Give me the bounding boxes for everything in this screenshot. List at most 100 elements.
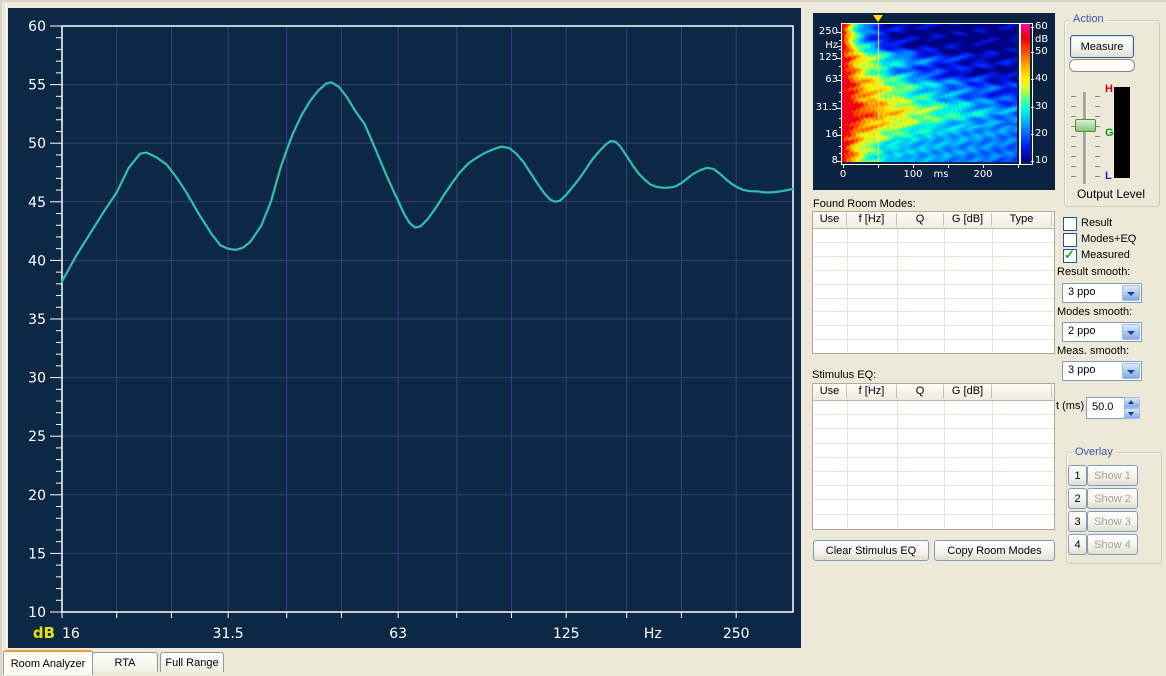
output-level-slider[interactable] xyxy=(1083,92,1087,184)
y-tick-label: 25 xyxy=(28,429,46,445)
chevron-down-icon[interactable] xyxy=(1122,324,1140,340)
overlay-show-button-2[interactable]: Show 2 xyxy=(1087,488,1138,509)
x-tick-label: 250 xyxy=(723,626,750,642)
result-smooth-value: 3 ppo xyxy=(1068,286,1096,298)
output-level-slider-thumb[interactable] xyxy=(1075,119,1096,132)
spectrogram-plotbox xyxy=(841,23,1020,165)
tab-room-analyzer[interactable]: Room Analyzer xyxy=(3,650,93,675)
table-header-cell: G [dB] xyxy=(944,213,992,226)
measure-button[interactable]: Measure xyxy=(1070,35,1134,58)
t-ms-spinner[interactable]: 50.0 xyxy=(1086,397,1125,419)
modes-eq-checkbox[interactable] xyxy=(1063,233,1077,247)
x-tick-label: 63 xyxy=(389,626,407,642)
frequency-response-chart: 60555045403530252015101631.563125250HzdB xyxy=(8,8,801,648)
overlay-preset-button-3[interactable]: 3 xyxy=(1068,511,1087,532)
tab-rta[interactable]: RTA xyxy=(92,652,158,672)
table-row-line xyxy=(813,485,1054,486)
spectro-x-tick xyxy=(948,164,949,168)
table-header-cell: f [Hz] xyxy=(847,213,897,226)
action-group-title: Action xyxy=(1070,13,1107,25)
meas-smooth-select[interactable]: 3 ppo xyxy=(1062,361,1142,381)
slider-tick xyxy=(1095,146,1100,147)
spectro-y-minortick xyxy=(839,75,841,76)
slider-tick xyxy=(1071,106,1076,107)
tab-full-range[interactable]: Full Range xyxy=(160,652,224,672)
modes-smooth-select[interactable]: 2 ppo xyxy=(1062,322,1142,342)
slider-tick xyxy=(1095,176,1100,177)
overlay-show-button-3[interactable]: Show 3 xyxy=(1087,511,1138,532)
chevron-down-icon[interactable] xyxy=(1122,285,1140,301)
spectro-x-tick xyxy=(1018,164,1019,168)
result-checkbox[interactable] xyxy=(1063,217,1077,231)
spectro-y-label: 125 xyxy=(814,52,838,63)
clear-stimulus-eq-button[interactable]: Clear Stimulus EQ xyxy=(813,540,929,561)
chevron-down-icon[interactable] xyxy=(1122,363,1140,379)
overlay-preset-button-4[interactable]: 4 xyxy=(1068,534,1087,555)
x-tick-label: 16 xyxy=(62,626,80,642)
table-column-line xyxy=(944,229,945,352)
y-tick-label: 10 xyxy=(28,605,46,621)
table-row-line xyxy=(813,471,1054,472)
colorbar-label: 20 xyxy=(1035,128,1048,139)
room-modes-table[interactable]: Usef [Hz]QG [dB]Type xyxy=(812,211,1055,354)
spinner-up-button[interactable] xyxy=(1124,397,1140,408)
meter-low-label: L xyxy=(1105,170,1112,182)
table-row-line xyxy=(813,256,1054,257)
cursor-marker-icon[interactable] xyxy=(873,15,883,22)
spectro-y-minortick xyxy=(839,101,841,102)
y-tick-label: 45 xyxy=(28,195,46,211)
slider-tick xyxy=(1095,166,1100,167)
t-ms-label: t (ms) xyxy=(1056,400,1084,412)
y-tick-label: 35 xyxy=(28,312,46,328)
colorbar-label: 30 xyxy=(1035,101,1048,112)
window-frame-left xyxy=(0,0,2,676)
spectro-y-minortick xyxy=(839,49,841,50)
measured-checkbox[interactable] xyxy=(1063,249,1077,263)
table-column-line xyxy=(992,401,993,528)
y-tick-label: 30 xyxy=(28,371,46,387)
table-row-line xyxy=(813,514,1054,515)
spectro-y-tick xyxy=(837,58,841,59)
table-header-row: Usef [Hz]QG [dB] xyxy=(813,384,1054,401)
y-tick-label: 50 xyxy=(28,136,46,152)
hz-unit-label: Hz xyxy=(644,626,662,642)
spinner-down-button[interactable] xyxy=(1124,408,1140,419)
result-smooth-label: Result smooth: xyxy=(1057,266,1130,278)
spectro-x-label: 0 xyxy=(831,169,855,180)
table-column-line xyxy=(944,401,945,528)
db-unit-label: dB xyxy=(33,624,55,642)
overlay-show-button-1[interactable]: Show 1 xyxy=(1087,465,1138,486)
slider-tick xyxy=(1095,116,1100,117)
table-header-cell: Type xyxy=(992,213,1052,226)
table-row-line xyxy=(813,284,1054,285)
overlay-preset-button-1[interactable]: 1 xyxy=(1068,465,1087,486)
overlay-show-button-4[interactable]: Show 4 xyxy=(1087,534,1138,555)
modes-eq-checkbox-label[interactable]: Modes+EQ xyxy=(1081,233,1136,245)
spectro-y-minortick xyxy=(839,92,841,93)
table-header-cell: Use xyxy=(813,213,847,226)
table-row-line xyxy=(813,311,1054,312)
colorbar-tick xyxy=(1031,161,1034,162)
spectro-x-tick xyxy=(913,164,914,168)
spectro-y-label: 250 xyxy=(814,26,838,37)
colorbar xyxy=(1021,24,1030,162)
spectrogram-canvas[interactable] xyxy=(842,24,1017,162)
spectro-y-label: Hz xyxy=(814,40,838,51)
spectro-y-label: 8 xyxy=(814,155,838,166)
spectro-x-tick xyxy=(843,164,844,168)
spectro-y-tick xyxy=(837,46,841,47)
result-smooth-select[interactable]: 3 ppo xyxy=(1062,283,1142,303)
modes-smooth-label: Modes smooth: xyxy=(1057,306,1132,318)
table-column-line xyxy=(897,229,898,352)
table-row-line xyxy=(813,270,1054,271)
result-checkbox-label[interactable]: Result xyxy=(1081,217,1112,229)
measured-checkbox-label[interactable]: Measured xyxy=(1081,249,1130,261)
y-tick-label: 15 xyxy=(28,546,46,562)
copy-room-modes-button[interactable]: Copy Room Modes xyxy=(934,540,1055,561)
room-modes-title: Found Room Modes: xyxy=(813,198,916,210)
spectro-y-label: 31.5 xyxy=(814,102,838,113)
stimulus-eq-table[interactable]: Usef [Hz]QG [dB] xyxy=(812,383,1055,530)
slider-tick xyxy=(1071,176,1076,177)
overlay-preset-button-2[interactable]: 2 xyxy=(1068,488,1087,509)
slider-tick xyxy=(1071,116,1076,117)
